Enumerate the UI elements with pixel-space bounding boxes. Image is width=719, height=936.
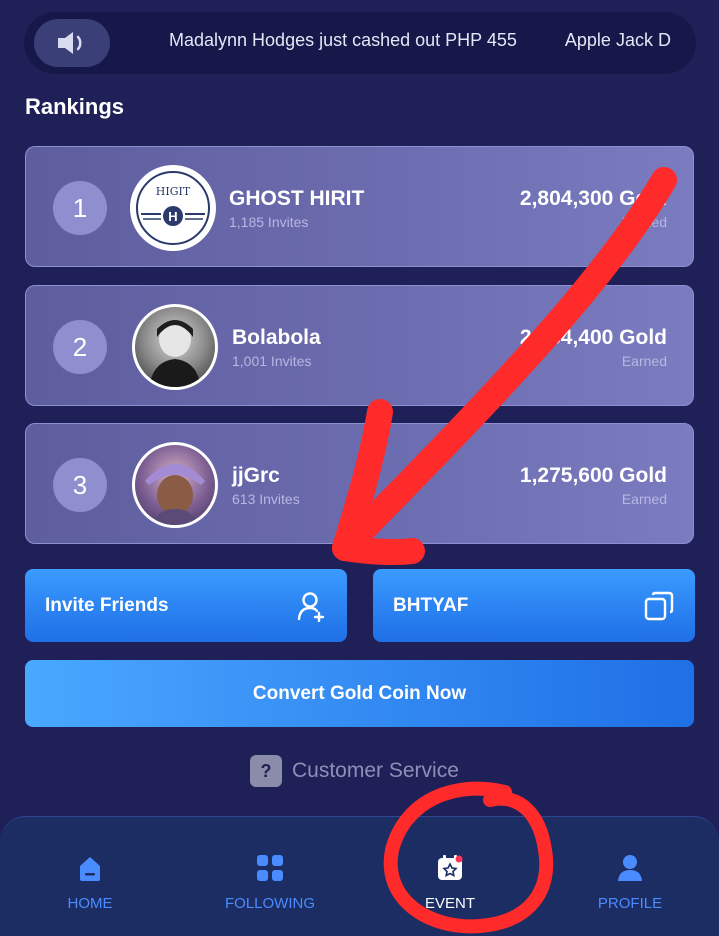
gold-amount: 2,554,400 Gold — [519, 326, 667, 349]
rank-number: 1 — [53, 181, 107, 235]
invite-code: BHTYAF — [393, 594, 469, 616]
invite-friends-label: Invite Friends — [45, 594, 169, 616]
player-invites: 1,001 Invites — [232, 353, 312, 369]
nav-item-profile[interactable]: PROFILE — [570, 851, 690, 912]
logo-avatar-image: HIGIT H — [136, 171, 210, 245]
nav-item-home[interactable]: HOME — [30, 851, 150, 912]
ticker-messages: Madalynn Hodges just cashed out PHP 455 … — [169, 30, 696, 51]
speaker-icon — [58, 32, 82, 54]
rank-number: 2 — [53, 320, 107, 374]
player-name: jjGrc — [232, 464, 280, 487]
event-icon — [438, 855, 463, 880]
sound-toggle-button[interactable] — [34, 19, 110, 67]
avatar-image — [149, 320, 201, 387]
profile-icon — [618, 855, 642, 881]
customer-service-label: Customer Service — [292, 759, 459, 782]
player-invites: 1,185 Invites — [229, 214, 309, 230]
nav-label: FOLLOWING — [224, 895, 315, 912]
ticker-message: Apple Jack D — [564, 30, 671, 50]
rankings-title: Rankings — [25, 94, 125, 119]
ticker-message: Madalynn Hodges just cashed out PHP 455 — [169, 30, 517, 50]
home-icon — [80, 857, 100, 881]
player-name: Bolabola — [232, 326, 321, 349]
ranking-card-3[interactable]: 3 jjGrc 613 Invites 1,275,600 Gold Earne… — [25, 423, 694, 544]
bottom-navigation: HOME FOLLOWING EVENT PROFILE — [0, 816, 719, 936]
earned-label: Earned — [621, 214, 667, 230]
player-invites: 613 Invites — [232, 491, 300, 507]
avatar — [132, 442, 218, 528]
ranking-card-1[interactable]: 1 HIGIT H GHOST HIRIT 1,185 Invites 2,80… — [25, 146, 694, 267]
rank-number: 3 — [53, 458, 107, 512]
copy-icon — [644, 591, 674, 620]
avatar: HIGIT H — [130, 165, 216, 251]
nav-label: PROFILE — [597, 895, 663, 912]
nav-item-following[interactable]: FOLLOWING — [210, 851, 330, 912]
copy-invite-code-button[interactable]: BHTYAF — [373, 569, 695, 642]
svg-text:HIGIT: HIGIT — [156, 185, 191, 198]
svg-text:H: H — [168, 209, 177, 224]
nav-item-event[interactable]: EVENT — [390, 851, 510, 912]
avatar-image — [145, 464, 205, 525]
nav-label: EVENT — [424, 895, 475, 912]
grid-icon — [257, 855, 283, 881]
nav-label: HOME — [67, 895, 113, 912]
invite-friends-button[interactable]: Invite Friends — [25, 569, 347, 642]
player-name: GHOST HIRIT — [229, 187, 365, 210]
ranking-card-2[interactable]: 2 Bolabola 1,001 Invites 2,554,400 Gold … — [25, 285, 694, 406]
gold-amount: 2,804,300 Gold — [519, 187, 667, 210]
avatar — [132, 304, 218, 390]
announcement-ticker: Madalynn Hodges just cashed out PHP 455 … — [24, 12, 696, 74]
add-user-icon — [297, 591, 325, 622]
convert-gold-button[interactable]: Convert Gold Coin Now — [25, 660, 694, 727]
earned-label: Earned — [621, 491, 667, 507]
customer-service-link[interactable]: ? Customer Service — [250, 755, 459, 787]
gold-amount: 1,275,600 Gold — [519, 464, 667, 487]
earned-label: Earned — [621, 353, 667, 369]
help-icon: ? — [250, 755, 282, 787]
